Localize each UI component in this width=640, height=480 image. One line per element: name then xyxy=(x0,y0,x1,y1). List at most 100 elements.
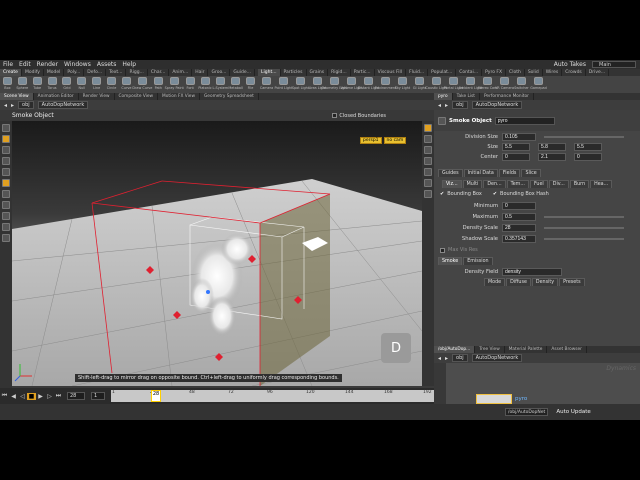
shelftabs-r-item[interactable]: Particles xyxy=(281,69,307,76)
shelftabs-r-item[interactable]: Populat... xyxy=(428,69,457,76)
shelf-tool[interactable]: Volume Light xyxy=(340,76,363,93)
net-path-root[interactable]: obj xyxy=(452,354,468,362)
first-frame-icon[interactable]: ⏮ xyxy=(0,392,9,400)
layout-icon[interactable] xyxy=(424,190,432,198)
size-y-field[interactable] xyxy=(538,142,566,151)
shelf-tool[interactable]: Portal Light xyxy=(444,76,463,93)
net-tabs-item[interactable]: Tree View xyxy=(475,346,505,353)
ghost-icon[interactable] xyxy=(424,146,432,154)
shelftabs-l-item[interactable]: Hair xyxy=(192,69,209,76)
shelftabs-r-item[interactable]: Rigid... xyxy=(328,69,351,76)
shelf-tool[interactable]: Curve xyxy=(119,76,134,93)
magnet-icon[interactable] xyxy=(2,190,10,198)
shelf-tool[interactable]: Line xyxy=(89,76,104,93)
menu-item[interactable]: Windows xyxy=(64,61,91,68)
node-pyro[interactable] xyxy=(476,394,512,404)
shelf-tool[interactable]: Gamepad xyxy=(530,76,547,93)
checkbox-icon[interactable] xyxy=(332,113,338,118)
shelf-tool[interactable]: Box xyxy=(0,76,15,93)
measure-icon[interactable] xyxy=(2,234,10,242)
shelftabs-l-item[interactable]: Anim... xyxy=(169,69,193,76)
shelf-tool[interactable]: Torus xyxy=(45,76,60,93)
shelftabs-l-item[interactable]: Text... xyxy=(106,69,127,76)
shelftabs-l-item[interactable]: Create xyxy=(0,69,22,76)
shelf-tool[interactable]: Sphere xyxy=(15,76,30,93)
shelf-tool[interactable]: Platonic xyxy=(198,76,213,93)
play-icon[interactable]: ▶ xyxy=(36,393,45,400)
menu-item[interactable]: File xyxy=(3,61,13,68)
net-tabs-item[interactable]: Asset Browser xyxy=(547,346,587,353)
tab-mode[interactable]: Mode xyxy=(484,278,506,286)
shelf-tool[interactable]: Spot Light xyxy=(292,76,309,93)
shelf-tool[interactable]: Area Light xyxy=(309,76,326,93)
shelftabs-r-item[interactable]: Grains xyxy=(307,69,329,76)
time-cursor[interactable]: 28 xyxy=(151,390,161,402)
tab-viz[interactable]: Viz... xyxy=(442,180,462,188)
forward-arrow-icon[interactable]: ▸ xyxy=(445,355,448,362)
scene-viewport[interactable] xyxy=(12,121,422,386)
current-frame-field[interactable]: 28 xyxy=(67,392,85,400)
shelf-tool[interactable]: Circle xyxy=(104,76,119,93)
shelf-tool[interactable]: VR Camera xyxy=(495,76,514,93)
tab-emission[interactable]: Emission xyxy=(463,257,493,265)
back-arrow-icon[interactable]: ◂ xyxy=(438,102,441,109)
network-editor[interactable]: Dynamics pyro resize_container x2 xyxy=(434,363,640,404)
param-tabs-item[interactable]: Performance Monitor xyxy=(480,93,534,100)
auto-update-menu[interactable]: Auto Update xyxy=(556,409,590,415)
tab-divergence[interactable]: Div... xyxy=(548,180,569,188)
path-network[interactable]: AutoDopNetwork xyxy=(37,101,89,109)
shelftabs-l-item[interactable]: Groo... xyxy=(208,69,231,76)
minimum-field[interactable] xyxy=(502,201,536,210)
net-tabs-item[interactable]: Material Palette xyxy=(505,346,548,353)
grid-icon[interactable] xyxy=(424,179,432,187)
status-path[interactable]: /obj/AutoDopNet xyxy=(505,408,549,416)
shelftabs-l-item[interactable]: Model xyxy=(44,69,65,76)
normals-icon[interactable] xyxy=(424,168,432,176)
shelf-tool[interactable]: Null xyxy=(74,76,89,93)
rotate-tool-icon[interactable] xyxy=(2,157,10,165)
shelftabs-l-item[interactable]: Defo... xyxy=(84,69,107,76)
shelf-tool[interactable]: Tube xyxy=(30,76,45,93)
tab-guides[interactable]: Guides xyxy=(438,169,463,177)
param-tabs-item[interactable]: Take List xyxy=(453,93,480,100)
brush-icon[interactable] xyxy=(2,179,10,187)
auto-takes-label[interactable]: Auto Takes xyxy=(554,61,586,68)
panetabs-item[interactable]: Motion FX View xyxy=(158,93,200,100)
tab-burn[interactable]: Burn xyxy=(569,180,590,188)
shelftabs-r-item[interactable]: Partic... xyxy=(351,69,375,76)
stop-icon[interactable]: ■ xyxy=(27,392,36,400)
center-x-field[interactable] xyxy=(502,152,530,161)
menu-item[interactable]: Render xyxy=(37,61,58,68)
panetabs-item[interactable]: Geometry Spreadsheet xyxy=(200,93,259,100)
shelftabs-l-item[interactable]: Guide... xyxy=(230,69,255,76)
shelf-tool[interactable]: L-System xyxy=(213,76,228,93)
select-arrow-icon[interactable] xyxy=(2,124,10,132)
forward-arrow-icon[interactable]: ▸ xyxy=(445,102,448,109)
shelf-tool[interactable]: Distant Light xyxy=(358,76,379,93)
param-path-root[interactable]: obj xyxy=(452,101,468,109)
density-scale-slider[interactable] xyxy=(544,226,624,229)
closed-boundaries-toggle[interactable]: Closed Boundaries xyxy=(332,113,386,119)
play-reverse-icon[interactable]: ◁ xyxy=(18,393,27,400)
shelftabs-r-item[interactable]: Wires xyxy=(543,69,563,76)
shelf-tool[interactable]: Switcher xyxy=(513,76,530,93)
viewport-canvas[interactable] xyxy=(12,121,422,386)
tab-presets[interactable]: Presets xyxy=(559,278,585,286)
move-tool-icon[interactable] xyxy=(2,146,10,154)
division-size-slider[interactable] xyxy=(544,135,624,138)
step-forward-icon[interactable]: ▷ xyxy=(45,393,54,400)
checkmark-icon[interactable]: ✔ xyxy=(493,191,497,197)
shelf-tool[interactable]: Ambient Light xyxy=(459,76,482,93)
shelftabs-r-item[interactable]: Light... xyxy=(258,69,281,76)
camera-menu[interactable]: no cam xyxy=(383,137,407,144)
desktop-select[interactable]: Main xyxy=(592,61,636,68)
panetabs-item[interactable]: Render View xyxy=(79,93,115,100)
back-arrow-icon[interactable]: ◂ xyxy=(438,355,441,362)
shadow-scale-field[interactable] xyxy=(502,234,536,243)
net-tabs-item[interactable]: /obj/AutoDop... xyxy=(434,346,476,353)
tab-fields[interactable]: Fields xyxy=(498,169,521,177)
shelf-tool[interactable]: Camera xyxy=(258,76,275,93)
checkmark-icon[interactable]: ✔ xyxy=(440,191,444,197)
tab-density[interactable]: Den... xyxy=(483,180,506,188)
tab-temperature[interactable]: Tem... xyxy=(506,180,529,188)
